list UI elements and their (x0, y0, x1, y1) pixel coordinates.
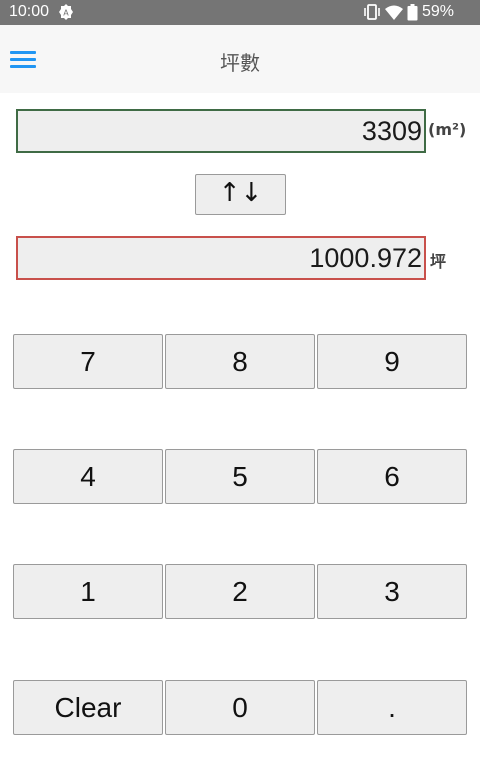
battery-percent: 59% (422, 3, 455, 20)
wifi-icon (385, 5, 403, 20)
from-value-display[interactable]: 3309 (16, 109, 426, 153)
key-8[interactable]: 8 (165, 334, 315, 389)
key-9[interactable]: 9 (317, 334, 467, 389)
key-6[interactable]: 6 (317, 449, 467, 504)
status-time: 10:00 (9, 3, 50, 20)
system-notification-icon: A (59, 4, 73, 20)
status-bar: 10:00 A 59% (0, 0, 480, 25)
app-bar: 坪數 (0, 25, 480, 93)
battery-icon (407, 4, 418, 21)
to-value-display[interactable]: 1000.972 (16, 236, 426, 280)
vibrate-icon (364, 4, 380, 20)
key-0[interactable]: 0 (165, 680, 315, 735)
page-title: 坪數 (220, 51, 260, 75)
app-screen: 10:00 A 59% 坪數 3309 (m²) ↑↓ 1000.972 坪 7 (0, 0, 480, 773)
key-5[interactable]: 5 (165, 449, 315, 504)
clear-button[interactable]: Clear (13, 680, 163, 735)
key-3[interactable]: 3 (317, 564, 467, 619)
decimal-point-key[interactable]: . (317, 680, 467, 735)
from-unit-label: (m²) (428, 120, 467, 139)
swap-units-button[interactable]: ↑↓ (195, 174, 286, 215)
svg-text:A: A (63, 9, 69, 18)
key-7[interactable]: 7 (13, 334, 163, 389)
key-2[interactable]: 2 (165, 564, 315, 619)
key-4[interactable]: 4 (13, 449, 163, 504)
to-unit-label: 坪 (430, 252, 447, 271)
key-1[interactable]: 1 (13, 564, 163, 619)
